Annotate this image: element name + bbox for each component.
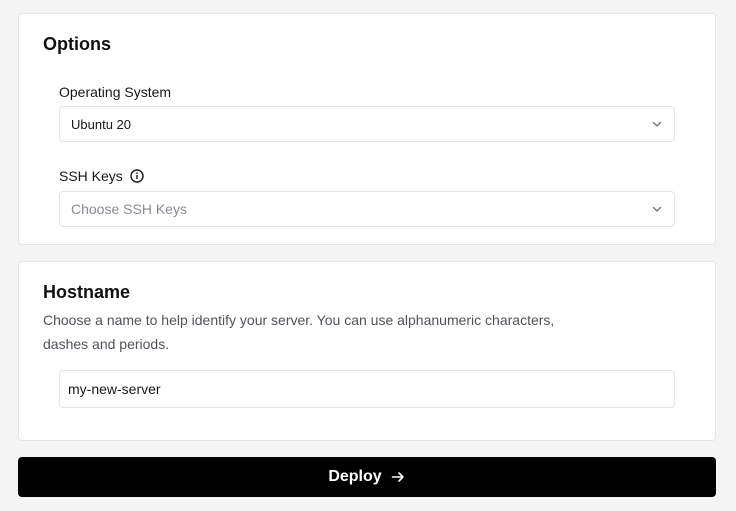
os-select-value: Ubuntu 20 (71, 116, 131, 132)
options-card: Options Operating System Ubuntu 20 SSH K… (18, 13, 716, 245)
ssh-keys-select[interactable]: Choose SSH Keys (59, 191, 675, 227)
deploy-button-label: Deploy (328, 468, 382, 485)
chevron-down-icon (651, 203, 663, 215)
arrow-right-icon (390, 469, 406, 485)
os-label-text: Operating System (59, 84, 172, 100)
ssh-keys-placeholder: Choose SSH Keys (71, 201, 187, 217)
options-title: Options (43, 34, 111, 54)
hostname-card: Hostname Choose a name to help identify … (18, 261, 716, 441)
ssh-keys-label: SSH Keys (59, 168, 144, 184)
deploy-button[interactable]: Deploy (18, 457, 716, 497)
hostname-title: Hostname (43, 282, 131, 302)
ssh-keys-label-text: SSH Keys (59, 168, 123, 184)
os-select[interactable]: Ubuntu 20 (59, 106, 675, 142)
hostname-input[interactable] (59, 370, 675, 408)
hostname-description: Choose a name to help identify your serv… (43, 312, 555, 352)
chevron-down-icon (651, 118, 663, 130)
os-label: Operating System (59, 84, 171, 100)
info-icon[interactable] (130, 169, 144, 183)
